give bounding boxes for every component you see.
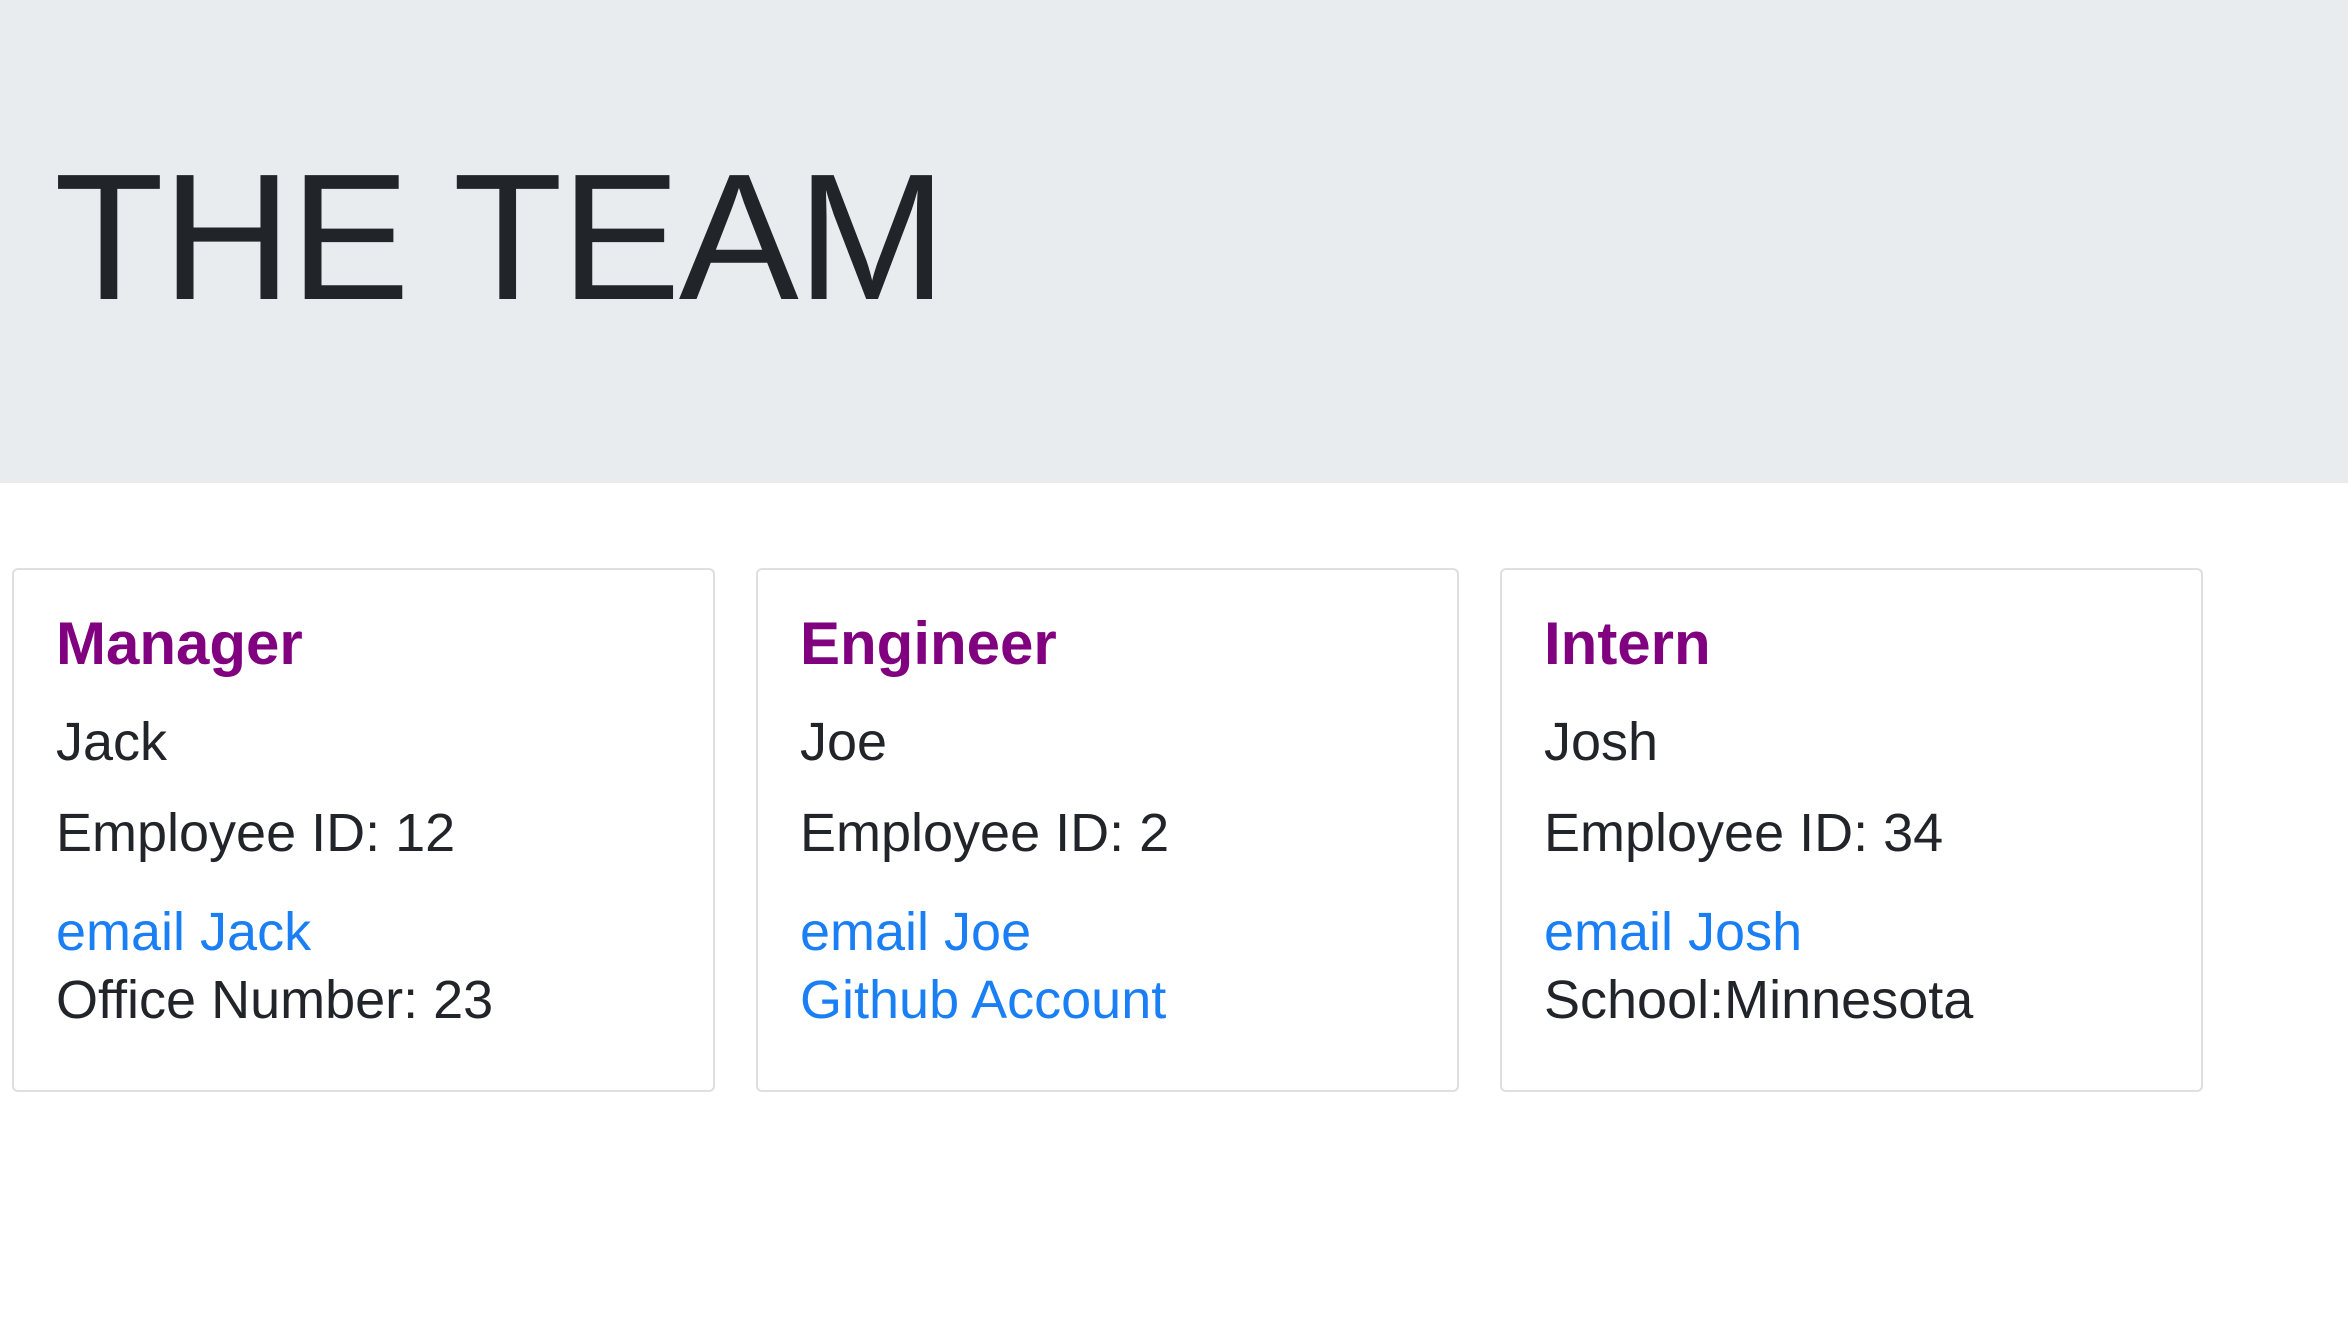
page-header: THE TEAM [0, 0, 2348, 483]
role-title: Engineer [800, 610, 1057, 677]
school: School:Minnesota [1544, 970, 1974, 1030]
employee-name: Joe [800, 712, 888, 772]
employee-name: Jack [56, 712, 168, 772]
role-title: Manager [56, 610, 303, 677]
manager-card: Manager Jack Employee ID: 12 email Jack … [12, 568, 715, 1092]
employee-id: Employee ID: 2 [800, 803, 1170, 863]
page-title: THE TEAM [54, 137, 947, 338]
github-link[interactable]: Github Account [800, 970, 1166, 1030]
role-title: Intern [1544, 610, 1711, 677]
email-link[interactable]: email Josh [1544, 900, 1802, 965]
engineer-card: Engineer Joe Employee ID: 2 email Joe Gi… [756, 568, 1459, 1092]
employee-name: Josh [1544, 712, 1659, 772]
github-link-wrapper: Github Account [800, 968, 1166, 1033]
intern-card: Intern Josh Employee ID: 34 email Josh S… [1500, 568, 2203, 1092]
email-link[interactable]: email Jack [56, 900, 311, 965]
employee-id: Employee ID: 12 [56, 803, 456, 863]
office-number: Office Number: 23 [56, 970, 494, 1030]
email-link[interactable]: email Joe [800, 900, 1031, 965]
employee-id: Employee ID: 34 [1544, 803, 1944, 863]
